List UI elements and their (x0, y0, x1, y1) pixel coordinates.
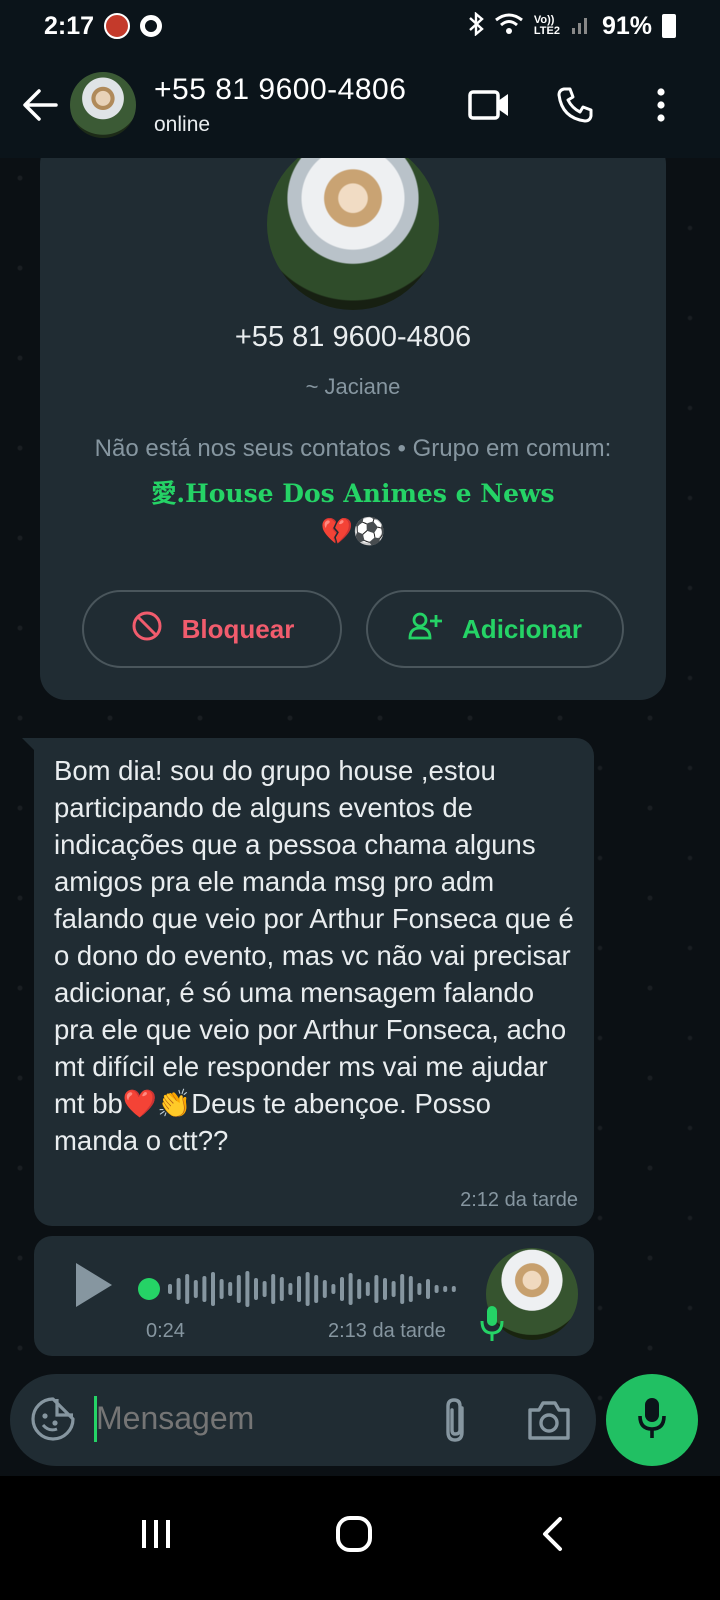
waveform-bar (219, 1279, 224, 1299)
camera-icon[interactable] (526, 1398, 572, 1442)
incoming-voice-message[interactable]: 0:24 2:13 da tarde (34, 1236, 594, 1356)
video-call-icon[interactable] (466, 82, 512, 128)
waveform-bar (254, 1278, 258, 1300)
waveform-bar (374, 1275, 379, 1303)
waveform-bar (168, 1284, 172, 1294)
media-notification-icon (140, 15, 163, 37)
battery-icon (662, 14, 676, 38)
waveform-bar (383, 1278, 387, 1300)
waveform-bar (228, 1282, 233, 1296)
record-voice-button[interactable] (606, 1374, 698, 1466)
add-contact-label: Adicionar (462, 613, 582, 644)
contact-avatar[interactable] (70, 72, 136, 138)
waveform-bar (305, 1272, 310, 1306)
waveform-bar (245, 1271, 250, 1307)
more-vert-icon[interactable] (638, 82, 684, 128)
contact-status: online (154, 113, 211, 136)
waveform-bar (451, 1286, 456, 1292)
audio-progress-handle[interactable] (138, 1278, 160, 1300)
waveform-bar (211, 1272, 215, 1306)
contact-info[interactable]: +55 81 9600-4806 online (154, 73, 406, 137)
add-person-icon (408, 611, 444, 648)
waveform-bar (271, 1274, 276, 1304)
waveform-bar (202, 1276, 207, 1302)
lte-label: Vo)) LTE2 (533, 14, 560, 37)
audio-waveform[interactable] (164, 1264, 464, 1314)
waveform-bar (297, 1276, 301, 1302)
block-icon (130, 609, 164, 650)
sticker-icon[interactable] (30, 1396, 76, 1442)
card-common-group-note: Não está nos seus contatos • Grupo em co… (90, 426, 616, 517)
unknown-contact-card: +55 81 9600-4806 ~ Jaciane Não está nos … (40, 158, 666, 700)
home-icon[interactable] (324, 1504, 384, 1564)
audio-duration: 0:24 (146, 1320, 185, 1342)
message-composer[interactable] (10, 1374, 596, 1466)
card-phone-number: +55 81 9600-4806 (234, 321, 472, 353)
contact-title: +55 81 9600-4806 (154, 73, 407, 106)
waveform-bar (365, 1282, 370, 1296)
waveform-bar (348, 1273, 353, 1305)
status-bar: 2:17 Vo)) LTE2 91% (0, 0, 720, 52)
mic-icon (480, 1304, 504, 1344)
card-contact-name: ~ Jaciane (305, 374, 401, 399)
wifi-icon (494, 12, 524, 41)
waveform-bar (340, 1277, 344, 1301)
message-text: Bom dia! sou do grupo house ,estou parti… (54, 755, 574, 1156)
block-button-label: Bloquear (181, 613, 295, 644)
system-navigation-bar (0, 1476, 720, 1600)
recent-apps-icon[interactable] (126, 1504, 186, 1564)
block-button[interactable]: Bloquear (82, 590, 342, 668)
mic-icon (637, 1396, 667, 1445)
back-nav-icon[interactable] (522, 1504, 582, 1564)
waveform-bar (236, 1275, 241, 1303)
waveform-bar (262, 1281, 267, 1297)
waveform-bar (185, 1274, 190, 1304)
waveform-bar (314, 1275, 319, 1303)
add-contact-button[interactable]: Adicionar (366, 590, 624, 668)
waveform-bar (322, 1280, 327, 1298)
contact-profile-photo[interactable] (267, 158, 439, 310)
waveform-bar (417, 1283, 422, 1295)
message-time: 2:12 da tarde (460, 1189, 578, 1211)
group-emojis: 💔⚽ (320, 516, 386, 546)
incoming-message[interactable]: Bom dia! sou do grupo house ,estou parti… (22, 738, 594, 1226)
card-note-text: Não está nos seus contatos • Grupo em co… (94, 435, 612, 462)
waveform-bar (176, 1278, 181, 1300)
play-icon[interactable] (72, 1260, 116, 1310)
waveform-bar (331, 1284, 336, 1294)
waveform-bar (193, 1280, 198, 1298)
chat-area[interactable]: +55 81 9600-4806 ~ Jaciane Não está nos … (0, 158, 720, 1504)
waveform-bar (408, 1276, 413, 1302)
waveform-bar (279, 1277, 284, 1301)
status-time: 2:17 (44, 11, 95, 40)
chat-header: +55 81 9600-4806 online (0, 52, 720, 158)
common-group-name[interactable]: 愛.House Dos Animes e News (151, 479, 554, 508)
audio-time: 2:13 da tarde (328, 1320, 446, 1342)
back-arrow-icon[interactable] (10, 75, 70, 135)
waveform-bar (357, 1279, 362, 1299)
battery-percent: 91% (601, 11, 652, 40)
bubble-tail (22, 738, 36, 752)
message-input[interactable] (96, 1400, 416, 1437)
waveform-bar (434, 1285, 439, 1293)
bluetooth-icon (468, 10, 484, 41)
waveform-bar (443, 1286, 448, 1292)
signal-icon (570, 12, 592, 41)
waveform-bar (391, 1281, 396, 1297)
app-notification-icon (104, 13, 131, 39)
waveform-bar (288, 1283, 293, 1295)
attach-clip-icon[interactable] (436, 1396, 476, 1444)
waveform-bar (400, 1274, 405, 1304)
waveform-bar (426, 1279, 430, 1299)
voice-call-icon[interactable] (552, 82, 598, 128)
